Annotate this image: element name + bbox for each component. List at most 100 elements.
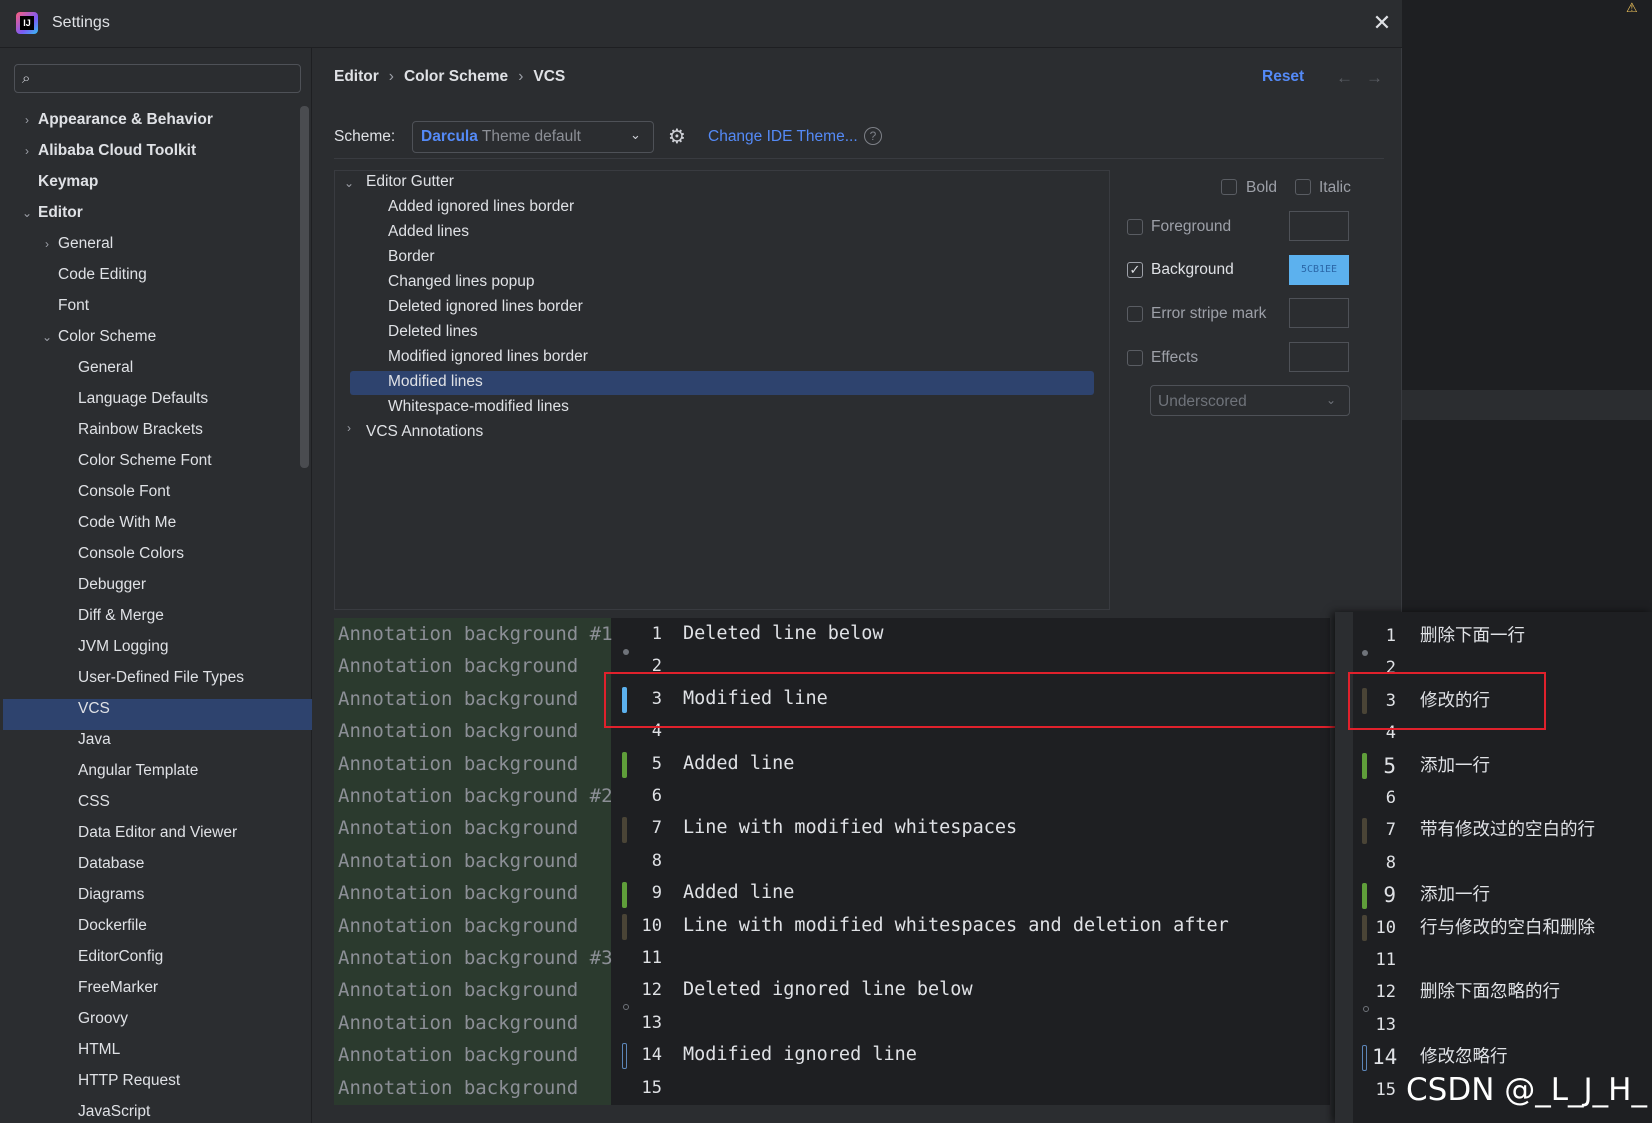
annotation-text: Annotation background #1 xyxy=(338,623,613,645)
foreground-checkbox[interactable] xyxy=(1127,219,1143,235)
sidebar-item[interactable]: CSS xyxy=(78,786,110,817)
translated-line: 带有修改过的空白的行 xyxy=(1420,820,1595,841)
window-title: Settings xyxy=(52,14,110,31)
sidebar-item[interactable]: Console Colors xyxy=(78,538,184,569)
tree-group-editor-gutter[interactable]: Editor Gutter xyxy=(366,170,454,194)
breadcrumb-color-scheme[interactable]: Color Scheme xyxy=(404,68,508,85)
sidebar-item[interactable]: Debugger xyxy=(78,569,146,600)
effect-type-value: Underscored xyxy=(1158,393,1247,410)
search-icon: ⌕ xyxy=(22,70,31,87)
sidebar-item[interactable]: Color Scheme xyxy=(58,321,156,352)
foreground-color-swatch[interactable] xyxy=(1289,211,1349,241)
chevron-down-icon[interactable]: ⌄ xyxy=(20,206,34,220)
added-line-marker xyxy=(622,752,627,778)
chevron-right-icon[interactable]: › xyxy=(342,421,356,435)
breadcrumb: Editor › Color Scheme › VCS xyxy=(334,68,565,86)
error-stripe-checkbox[interactable] xyxy=(1127,306,1143,322)
whitespace-line-marker xyxy=(622,914,627,940)
translated-line: 删除下面一行 xyxy=(1420,626,1525,646)
tree-item[interactable]: Modified ignored lines border xyxy=(388,345,588,369)
tree-item[interactable]: Deleted lines xyxy=(388,320,478,344)
tree-item[interactable]: Added lines xyxy=(388,220,469,244)
annotation-text: Annotation background xyxy=(338,979,579,1002)
sidebar-item[interactable]: Groovy xyxy=(78,1003,128,1034)
chevron-down-icon[interactable]: ⌄ xyxy=(40,330,54,344)
help-icon[interactable]: ? xyxy=(864,127,882,145)
sidebar-item[interactable]: HTML xyxy=(78,1034,120,1065)
line-number: 9 xyxy=(651,883,662,904)
tree-item[interactable]: Changed lines popup xyxy=(388,270,535,294)
sidebar-item[interactable]: FreeMarker xyxy=(78,972,158,1003)
sidebar-item[interactable]: Keymap xyxy=(38,166,98,197)
annotation-text: Annotation background xyxy=(338,849,579,872)
annotation-text: Annotation background xyxy=(338,1011,579,1034)
sidebar-item[interactable]: Diff & Merge xyxy=(78,600,164,631)
sidebar-item[interactable]: EditorConfig xyxy=(78,941,163,972)
tree-item[interactable]: Border xyxy=(388,245,435,269)
sidebar-item[interactable]: General xyxy=(78,352,133,383)
sidebar-item[interactable]: JVM Logging xyxy=(78,631,168,662)
sidebar-item[interactable]: Java xyxy=(78,724,111,755)
sidebar-item[interactable]: Language Defaults xyxy=(78,383,208,414)
highlight-box-translation xyxy=(1348,672,1546,730)
effects-checkbox[interactable] xyxy=(1127,350,1143,366)
sidebar-item[interactable]: Code Editing xyxy=(58,259,147,290)
reset-button[interactable]: Reset xyxy=(1262,68,1304,86)
bold-checkbox[interactable] xyxy=(1221,179,1237,195)
sidebar-item[interactable]: Alibaba Cloud Toolkit xyxy=(38,135,196,166)
tree-item[interactable]: Added ignored lines border xyxy=(388,195,574,219)
annotation-text: Annotation background xyxy=(338,655,579,678)
tree-item[interactable]: Modified lines xyxy=(388,370,483,394)
effects-label: Effects xyxy=(1151,349,1199,366)
sidebar-item[interactable]: Console Font xyxy=(78,476,170,507)
tree-group-vcs-annotations[interactable]: VCS Annotations xyxy=(366,420,483,444)
chevron-right-icon[interactable]: › xyxy=(40,237,54,251)
sidebar-item[interactable]: Data Editor and Viewer xyxy=(78,817,237,848)
forward-arrow-icon[interactable]: → xyxy=(1366,68,1383,88)
background-label: Background xyxy=(1151,261,1234,278)
line-number: 8 xyxy=(1385,852,1396,873)
gear-icon[interactable]: ⚙ xyxy=(668,124,686,149)
sidebar-item[interactable]: VCS xyxy=(78,693,110,724)
italic-checkbox[interactable] xyxy=(1295,179,1311,195)
chevron-down-icon[interactable]: ⌄ xyxy=(342,176,356,190)
sidebar-item[interactable]: Rainbow Brackets xyxy=(78,414,203,445)
warning-icon[interactable]: ⚠ xyxy=(1626,0,1652,15)
sidebar-item[interactable]: JavaScript xyxy=(78,1096,150,1123)
tree-item[interactable]: Whitespace-modified lines xyxy=(388,395,569,419)
chevron-right-icon[interactable]: › xyxy=(20,113,34,127)
sidebar-item[interactable]: Appearance & Behavior xyxy=(38,104,213,135)
search-input[interactable] xyxy=(14,64,301,93)
whitespace-line-marker xyxy=(622,817,627,843)
sidebar-item[interactable]: Angular Template xyxy=(78,755,198,786)
code-line: Deleted line below xyxy=(683,623,884,644)
breadcrumb-editor[interactable]: Editor xyxy=(334,68,379,85)
change-ide-theme-link[interactable]: Change IDE Theme... xyxy=(708,128,858,146)
error-stripe-color-swatch[interactable] xyxy=(1289,298,1349,328)
line-number: 10 xyxy=(1375,917,1396,938)
sidebar-item[interactable]: Color Scheme Font xyxy=(78,445,212,476)
sidebar-item[interactable]: Database xyxy=(78,848,144,879)
background-color-swatch[interactable]: 5CB1EE xyxy=(1289,255,1349,285)
sidebar-item[interactable]: HTTP Request xyxy=(78,1065,180,1096)
sidebar-scrollbar[interactable] xyxy=(300,106,309,468)
sidebar-item[interactable]: Font xyxy=(58,290,89,321)
modified-ignored-line-marker xyxy=(622,1043,627,1069)
sidebar-item[interactable]: Dockerfile xyxy=(78,910,147,941)
effects-color-swatch[interactable] xyxy=(1289,342,1349,372)
added-line-marker xyxy=(1362,883,1367,909)
background-checkbox[interactable]: ✓ xyxy=(1127,262,1143,278)
sidebar-item[interactable]: General xyxy=(58,228,113,259)
line-number: 14 xyxy=(641,1045,662,1066)
sidebar-item[interactable]: User-Defined File Types xyxy=(78,662,244,693)
tree-item[interactable]: Deleted ignored lines border xyxy=(388,295,583,319)
line-number: 1 xyxy=(1385,626,1396,646)
close-icon[interactable]: ✕ xyxy=(1370,12,1394,36)
sidebar-item[interactable]: Code With Me xyxy=(78,507,176,538)
sidebar-item[interactable]: Editor xyxy=(38,197,83,228)
sidebar-item[interactable]: Diagrams xyxy=(78,879,144,910)
annotation-text: Annotation background xyxy=(338,1076,579,1099)
chevron-right-icon[interactable]: › xyxy=(20,144,34,158)
back-arrow-icon[interactable]: ← xyxy=(1336,68,1353,88)
foreground-label: Foreground xyxy=(1151,218,1232,235)
